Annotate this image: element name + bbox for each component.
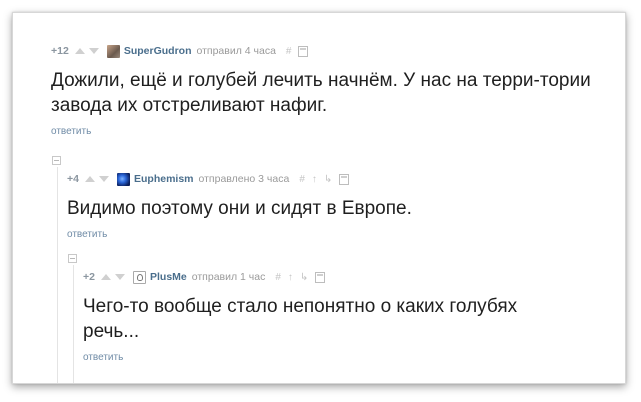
comment-2: +4 Euphemism отправлено 3 часа # ↑ ↳ Вид…	[67, 172, 607, 240]
score: +4	[67, 173, 79, 185]
avatar[interactable]	[132, 270, 146, 284]
author-link[interactable]: SuperGudron	[124, 45, 192, 57]
hash-icon[interactable]: #	[286, 46, 292, 57]
score: +2	[83, 271, 95, 283]
comment-meta: +12 SuperGudron отправил 4 часа #	[51, 44, 611, 58]
thread-line-level-2	[73, 265, 74, 383]
parent-icon[interactable]: ↳	[324, 174, 332, 185]
comment-3: +2 PlusMe отправил 1 час # ↑ ↳ Чего-то в…	[83, 270, 603, 363]
comment-text: Дожили, ещё и голубей лечить начнём. У н…	[51, 70, 591, 116]
vote-up-icon[interactable]	[84, 176, 95, 182]
parent-icon[interactable]: ↳	[300, 272, 308, 283]
collapse-toggle[interactable]	[68, 254, 77, 263]
reply-link[interactable]: ответить	[51, 126, 611, 137]
vote-down-icon[interactable]	[88, 48, 99, 54]
posted-time: отправил 1 час	[191, 271, 266, 283]
avatar[interactable]	[116, 172, 130, 186]
author-link[interactable]: Euphemism	[134, 173, 194, 185]
posted-time: отправлено 3 часа	[198, 173, 290, 185]
save-icon[interactable]	[298, 45, 309, 57]
hash-icon[interactable]: #	[275, 272, 281, 283]
reply-link[interactable]: ответить	[83, 352, 603, 363]
comment-text: Видимо поэтому они и сидят в Европе.	[67, 198, 412, 219]
save-icon[interactable]	[339, 173, 350, 185]
comment-meta: +2 PlusMe отправил 1 час # ↑ ↳	[83, 270, 603, 284]
author-link[interactable]: PlusMe	[150, 271, 187, 283]
score: +12	[51, 45, 69, 57]
collapse-toggle[interactable]	[52, 156, 61, 165]
comment-text: Чего-то вообще стало непонятно о каких г…	[83, 296, 518, 342]
up-arrow-icon[interactable]: ↑	[288, 272, 293, 283]
comment-1: +12 SuperGudron отправил 4 часа # Дожили…	[51, 44, 611, 137]
up-arrow-icon[interactable]: ↑	[312, 174, 317, 185]
save-icon[interactable]	[315, 271, 326, 283]
comment-meta: +4 Euphemism отправлено 3 часа # ↑ ↳	[67, 172, 607, 186]
vote-down-icon[interactable]	[98, 176, 109, 182]
hash-icon[interactable]: #	[299, 174, 305, 185]
comments-panel: +12 SuperGudron отправил 4 часа # Дожили…	[12, 12, 626, 384]
avatar[interactable]	[106, 44, 120, 58]
vote-up-icon[interactable]	[100, 274, 111, 280]
posted-time: отправил 4 часа	[196, 45, 276, 57]
thread-line-level-1	[57, 167, 58, 383]
reply-link[interactable]: ответить	[67, 229, 607, 240]
vote-up-icon[interactable]	[74, 48, 85, 54]
vote-down-icon[interactable]	[114, 274, 125, 280]
